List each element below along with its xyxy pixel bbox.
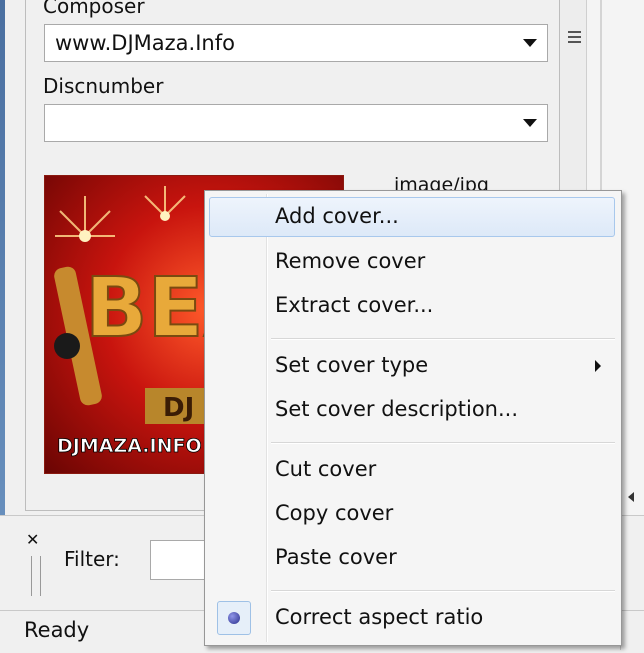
list-grip-icon[interactable]	[568, 31, 581, 46]
composer-label: Composer	[43, 0, 145, 18]
composer-combobox[interactable]: www.DJMaza.Info	[44, 24, 548, 62]
menu-item-label: Correct aspect ratio	[275, 605, 484, 629]
menu-separator	[271, 590, 615, 592]
menu-item-remove-cover[interactable]: Remove cover	[209, 242, 615, 282]
menu-item-extract-cover[interactable]: Extract cover...	[209, 286, 615, 326]
menu-item-label: Copy cover	[275, 501, 394, 525]
menu-item-label: Set cover description...	[275, 397, 518, 421]
scroll-left-icon[interactable]	[628, 492, 634, 502]
menu-item-set-cover-description[interactable]: Set cover description...	[209, 390, 615, 430]
menu-item-add-cover[interactable]: Add cover...	[209, 197, 615, 237]
submenu-arrow-icon	[595, 360, 601, 372]
status-text: Ready	[24, 618, 90, 642]
filter-label: Filter:	[64, 547, 120, 571]
menu-item-label: Remove cover	[275, 249, 426, 273]
menu-item-set-cover-type[interactable]: Set cover type	[209, 346, 615, 386]
menu-item-label: Paste cover	[275, 545, 397, 569]
cover-context-menu: Add cover... Remove cover Extract cover.…	[204, 190, 622, 646]
menu-item-correct-aspect-ratio[interactable]: Correct aspect ratio	[209, 598, 615, 638]
menu-item-copy-cover[interactable]: Copy cover	[209, 494, 615, 534]
close-icon[interactable]: ✕	[26, 530, 39, 549]
splitter-grip-icon[interactable]	[31, 556, 41, 596]
composer-value: www.DJMaza.Info	[55, 31, 235, 55]
menu-separator	[271, 338, 615, 340]
menu-item-label: Set cover type	[275, 353, 429, 377]
menu-separator	[271, 442, 615, 444]
menu-item-paste-cover[interactable]: Paste cover	[209, 538, 615, 578]
menu-item-cut-cover[interactable]: Cut cover	[209, 450, 615, 490]
discnumber-combobox[interactable]	[44, 104, 548, 142]
discnumber-label: Discnumber	[43, 74, 164, 98]
menu-item-label: Cut cover	[275, 457, 377, 481]
menu-item-label: Extract cover...	[275, 293, 434, 317]
cover-watermark-text: DJMAZA.INFO	[57, 435, 202, 457]
dropdown-arrow-icon[interactable]	[523, 119, 537, 127]
dropdown-arrow-icon[interactable]	[523, 39, 537, 47]
menu-item-label: Add cover...	[275, 204, 399, 228]
radio-checked-icon	[217, 601, 251, 635]
